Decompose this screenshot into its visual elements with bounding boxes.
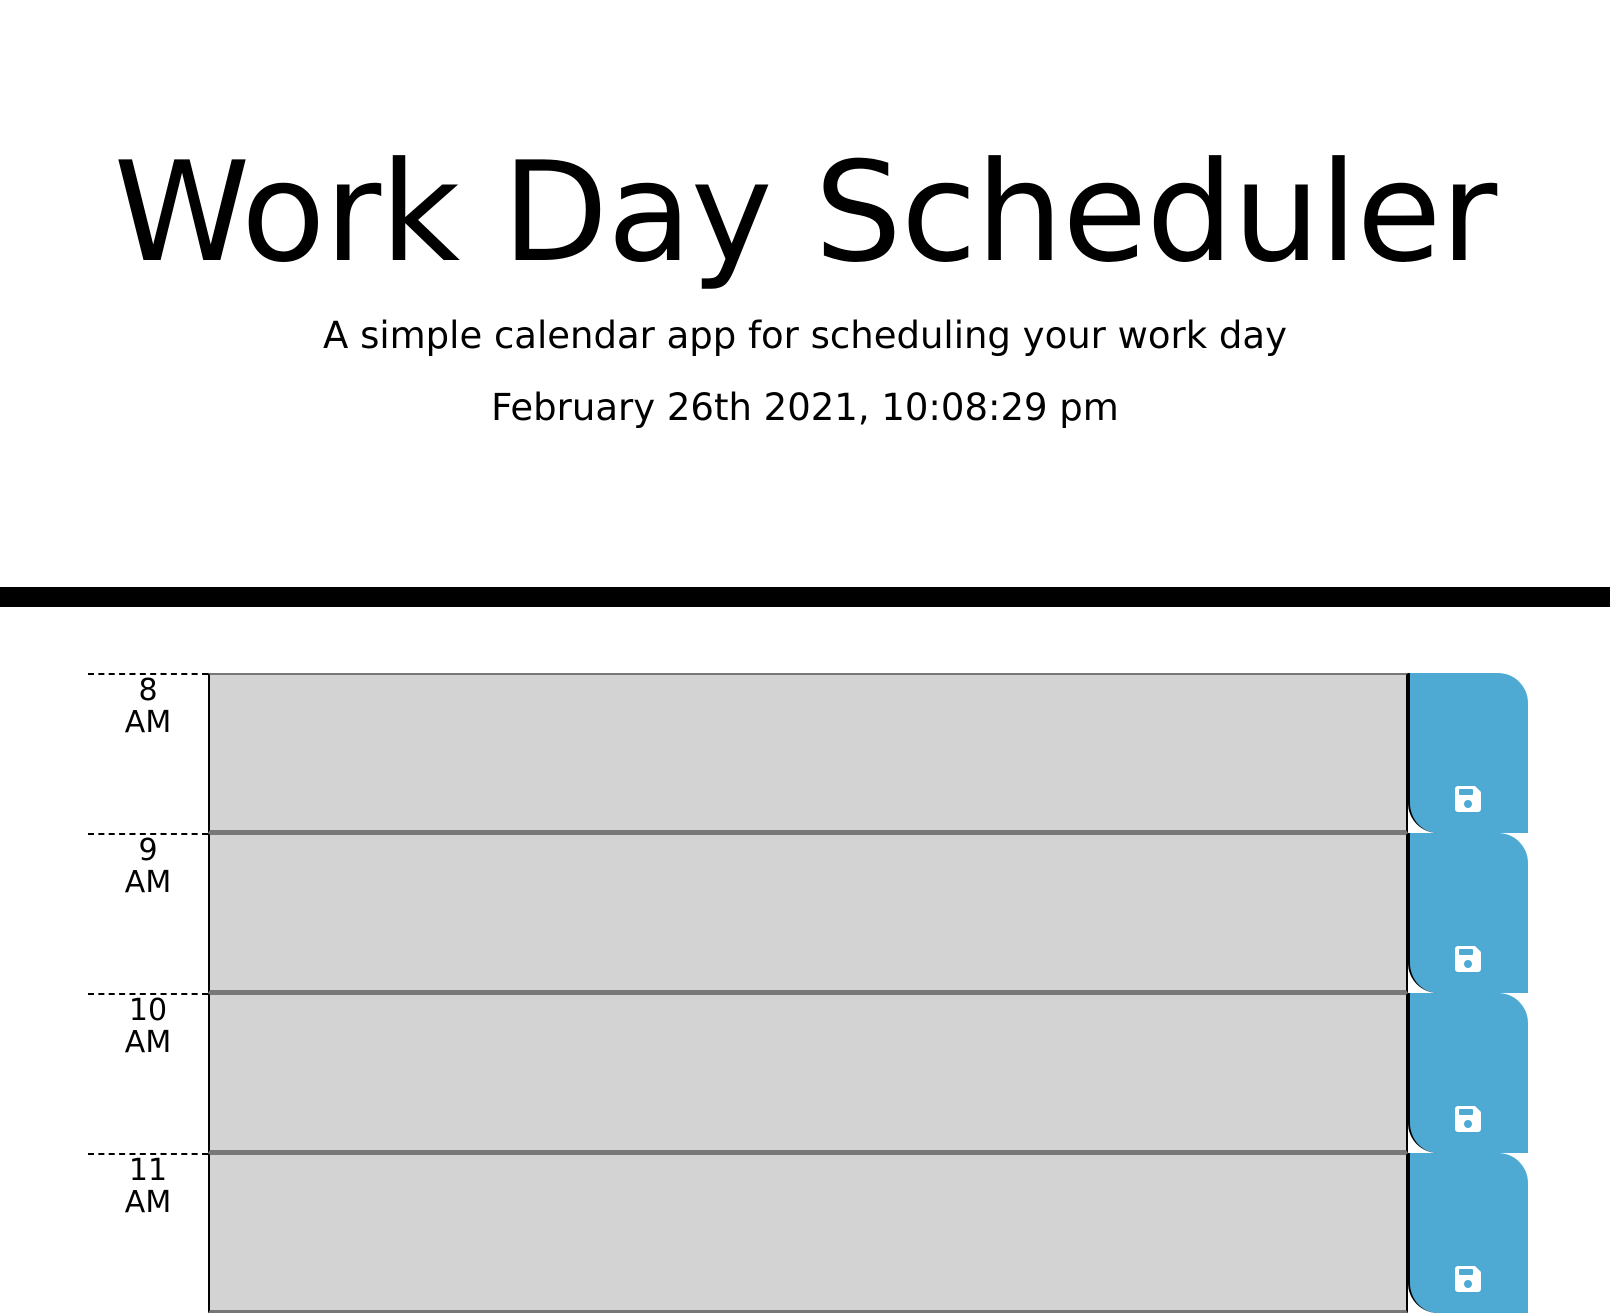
hour-label: 10 AM xyxy=(88,993,208,1153)
time-block-9am: 9 AM xyxy=(0,833,1610,993)
floppy-disk-icon xyxy=(1455,786,1481,812)
hour-number: 10 xyxy=(128,993,168,1028)
hour-label: 8 AM xyxy=(88,673,208,833)
save-button[interactable] xyxy=(1408,833,1528,993)
event-textarea[interactable] xyxy=(208,1153,1408,1313)
hour-label: 11 AM xyxy=(88,1153,208,1313)
header: Work Day Scheduler A simple calendar app… xyxy=(0,0,1610,607)
floppy-disk-icon xyxy=(1455,946,1481,972)
page-subtitle: A simple calendar app for scheduling you… xyxy=(323,314,1287,357)
time-block-10am: 10 AM xyxy=(0,993,1610,1153)
hour-number: 8 xyxy=(138,673,158,708)
save-button[interactable] xyxy=(1408,993,1528,1153)
hour-period: AM xyxy=(124,865,172,900)
save-button[interactable] xyxy=(1408,673,1528,833)
floppy-disk-icon xyxy=(1455,1106,1481,1132)
event-textarea[interactable] xyxy=(208,833,1408,993)
hour-number: 9 xyxy=(138,833,158,868)
hour-number: 11 xyxy=(128,1153,168,1188)
save-button[interactable] xyxy=(1408,1153,1528,1313)
event-textarea[interactable] xyxy=(208,673,1408,833)
time-block-11am: 11 AM xyxy=(0,1153,1610,1313)
current-datetime: February 26th 2021, 10:08:29 pm xyxy=(491,386,1119,429)
page-title: Work Day Scheduler xyxy=(113,132,1498,293)
hour-period: AM xyxy=(124,1025,172,1060)
hour-label: 9 AM xyxy=(88,833,208,993)
time-block-8am: 8 AM xyxy=(0,673,1610,833)
hour-period: AM xyxy=(124,1185,172,1220)
hour-period: AM xyxy=(124,705,172,740)
event-textarea[interactable] xyxy=(208,993,1408,1153)
floppy-disk-icon xyxy=(1455,1266,1481,1292)
